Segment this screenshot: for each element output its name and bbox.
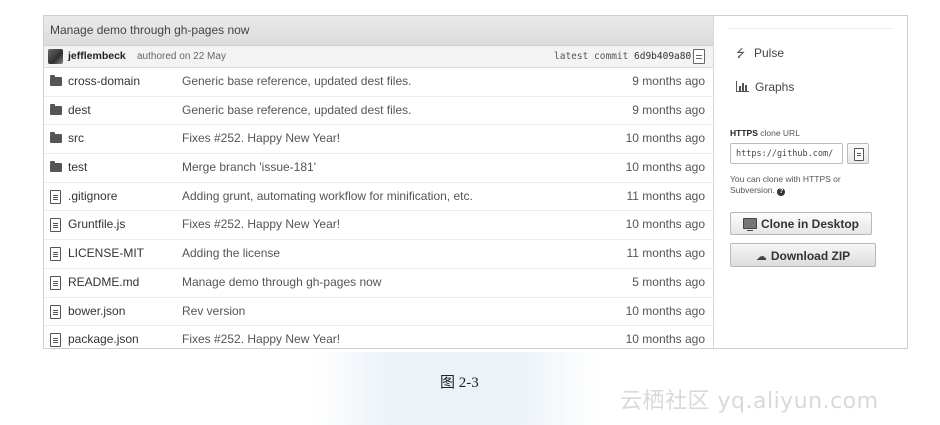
file-icon <box>50 189 61 204</box>
cloud-download-icon: ☁ <box>755 251 767 263</box>
file-commit-message[interactable]: Adding the license <box>182 240 280 268</box>
file-commit-message[interactable]: Merge branch 'issue-181' <box>182 154 316 182</box>
clone-protocol[interactable]: HTTPS <box>730 128 758 138</box>
file-row[interactable]: src Fixes #252. Happy New Year! 10 month… <box>44 125 713 155</box>
file-icon <box>50 333 61 348</box>
latest-commit-message[interactable]: Manage demo through gh-pages now <box>44 16 713 46</box>
folder-icon <box>50 132 62 144</box>
clone-label-text: clone URL <box>757 128 800 138</box>
file-name[interactable]: .gitignore <box>68 183 117 211</box>
file-icon <box>50 247 61 262</box>
file-name[interactable]: cross-domain <box>68 68 140 96</box>
file-commit-message[interactable]: Generic base reference, updated dest fil… <box>182 97 411 125</box>
clone-url-input[interactable]: https://github.com/ <box>730 143 843 164</box>
file-commit-message[interactable]: Generic base reference, updated dest fil… <box>182 68 411 96</box>
file-icon <box>50 218 61 233</box>
figure-caption: 图 2-3 <box>440 375 479 391</box>
watermark: 云栖社区 yq.aliyun.com <box>620 389 879 414</box>
file-age: 10 months ago <box>625 332 705 347</box>
file-navigation: Manage demo through gh-pages now jefflem… <box>44 16 714 348</box>
repository-screenshot: Manage demo through gh-pages now jefflem… <box>43 15 908 349</box>
file-name[interactable]: src <box>68 125 84 153</box>
graphs-link[interactable]: Graphs <box>736 80 794 94</box>
repository-sidebar: ⭍ Pulse Graphs HTTPS clone URL https://gi… <box>714 16 907 348</box>
file-row[interactable]: README.md Manage demo through gh-pages n… <box>44 269 713 298</box>
file-row[interactable]: dest Generic base reference, updated des… <box>44 97 713 126</box>
file-commit-message[interactable]: Fixes #252. Happy New Year! <box>182 125 340 153</box>
file-name[interactable]: README.md <box>68 269 139 297</box>
file-list: cross-domain Generic base reference, upd… <box>44 68 713 354</box>
file-age: 10 months ago <box>625 303 705 318</box>
file-row[interactable]: .gitignore Adding grunt, automating work… <box>44 183 713 212</box>
file-row[interactable]: cross-domain Generic base reference, upd… <box>44 68 713 97</box>
file-age: 10 months ago <box>625 217 705 232</box>
clone-url-label: HTTPS clone URL <box>730 128 800 138</box>
file-row[interactable]: bower.json Rev version 10 months ago <box>44 298 713 327</box>
clone-in-desktop-button[interactable]: Clone in Desktop <box>730 212 872 235</box>
folder-icon <box>50 161 62 173</box>
clipboard-icon[interactable] <box>693 49 705 64</box>
latest-commit-label: latest commit <box>554 51 629 62</box>
file-row[interactable]: package.json Fixes #252. Happy New Year!… <box>44 326 713 354</box>
file-commit-message[interactable]: Adding grunt, automating workflow for mi… <box>182 183 473 211</box>
file-name[interactable]: dest <box>68 97 91 125</box>
graphs-label: Graphs <box>755 80 795 94</box>
file-name[interactable]: package.json <box>68 326 139 354</box>
desktop-icon <box>742 218 757 231</box>
commit-sha[interactable]: 6d9b409a80 <box>634 46 691 67</box>
file-age: 11 months ago <box>626 188 706 203</box>
file-age: 9 months ago <box>632 102 705 117</box>
pulse-icon: ⭍ <box>736 48 746 60</box>
commit-date: authored on 22 May <box>137 51 226 62</box>
file-commit-message[interactable]: Manage demo through gh-pages now <box>182 269 381 297</box>
download-zip-button[interactable]: ☁ Download ZIP <box>730 243 876 267</box>
commit-meta-bar: jefflembeck authored on 22 May latest co… <box>44 46 713 68</box>
clone-help-text: You can clone with HTTPS or Subversion. … <box>730 174 880 196</box>
file-name[interactable]: Gruntfile.js <box>68 211 125 239</box>
file-row[interactable]: Gruntfile.js Fixes #252. Happy New Year!… <box>44 211 713 241</box>
file-icon <box>50 275 61 290</box>
file-age: 10 months ago <box>625 131 705 146</box>
folder-icon <box>50 103 62 115</box>
file-name[interactable]: bower.json <box>68 298 125 326</box>
file-age: 5 months ago <box>632 274 705 289</box>
pulse-link[interactable]: ⭍ Pulse <box>736 45 784 64</box>
file-row[interactable]: LICENSE-MIT Adding the license 11 months… <box>44 240 713 269</box>
file-name[interactable]: test <box>68 154 87 182</box>
clipboard-icon <box>854 148 864 161</box>
pulse-label: Pulse <box>754 46 785 60</box>
file-commit-message[interactable]: Fixes #252. Happy New Year! <box>182 326 340 354</box>
clone-help-label: You can clone with HTTPS or Subversion. <box>730 174 841 195</box>
file-row[interactable]: test Merge branch 'issue-181' 10 months … <box>44 154 713 183</box>
file-commit-message[interactable]: Rev version <box>182 298 245 326</box>
question-circle-icon[interactable]: ? <box>777 188 786 196</box>
file-age: 9 months ago <box>632 74 705 88</box>
commit-author[interactable]: jefflembeck <box>68 46 126 67</box>
file-commit-message[interactable]: Fixes #252. Happy New Year! <box>182 211 340 239</box>
divider <box>728 28 893 29</box>
file-icon <box>50 304 61 319</box>
download-zip-label: Download ZIP <box>770 249 851 263</box>
avatar[interactable] <box>48 49 63 64</box>
graphs-icon <box>736 81 749 92</box>
folder-icon <box>50 75 62 86</box>
file-age: 10 months ago <box>625 160 705 175</box>
file-age: 11 months ago <box>626 246 706 261</box>
clone-in-desktop-label: Clone in Desktop <box>760 217 859 231</box>
copy-clone-url-button[interactable] <box>847 143 869 164</box>
file-name[interactable]: LICENSE-MIT <box>68 240 144 268</box>
